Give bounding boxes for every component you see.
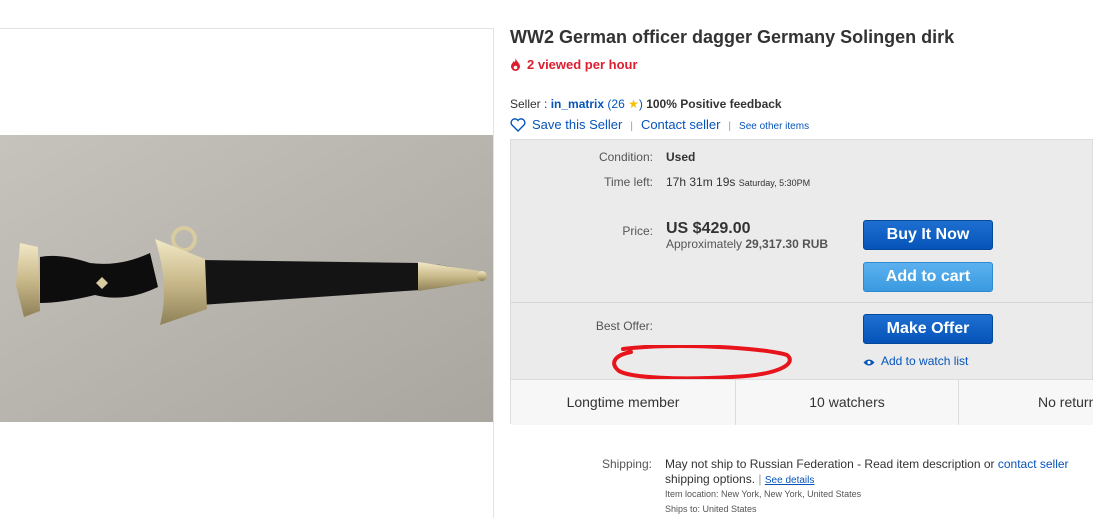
- item-title: WW2 German officer dagger Germany Soling…: [510, 27, 955, 47]
- time-left-countdown: 17h 31m 19s: [666, 175, 736, 189]
- watch-label: Add to watch list: [881, 354, 969, 368]
- shipping-text: May not ship to Russian Federation - Rea…: [665, 457, 1069, 486]
- price-value: US $429.00: [666, 220, 751, 237]
- time-left-end: Saturday, 5:30PM: [738, 178, 811, 188]
- item-photo[interactable]: [0, 135, 493, 422]
- purchase-box: Condition: Used Time left: 17h 31m 19s S…: [510, 139, 1093, 425]
- seller-name-link[interactable]: in_matrix: [551, 97, 604, 111]
- price-approx-value: 29,317.30 RUB: [745, 237, 829, 251]
- add-to-cart-button[interactable]: Add to cart: [863, 262, 993, 292]
- flame-icon: [510, 58, 521, 74]
- see-other-items-link[interactable]: See other items: [739, 121, 809, 132]
- stat-returns: No returns: [1038, 394, 1093, 410]
- see-details-link[interactable]: See details: [765, 475, 814, 486]
- best-offer-label: Best Offer:: [595, 319, 653, 333]
- heart-icon[interactable]: [510, 118, 526, 135]
- seller-actions: Save this Seller | Contact seller | See othe…: [510, 117, 809, 135]
- shipping-label: Shipping:: [601, 457, 652, 471]
- price-approx-label: Approximately: [666, 237, 743, 251]
- time-left-label: Time left:: [604, 175, 653, 189]
- item-details: WW2 German officer dagger Germany Soling…: [510, 0, 1093, 517]
- make-offer-button[interactable]: Make Offer: [863, 314, 993, 344]
- seller-score: (26: [607, 97, 625, 111]
- star-icon: ★: [628, 97, 639, 111]
- time-left-value: 17h 31m 19s Saturday, 5:30PM: [666, 175, 810, 189]
- condition-value: Used: [666, 150, 696, 164]
- stats-bar: Longtime member 10 watchers No returns: [511, 379, 1093, 425]
- views-text: 2 viewed per hour: [527, 57, 638, 72]
- stat-longtime-member: Longtime member: [511, 380, 736, 425]
- eye-icon: [863, 356, 875, 370]
- buy-it-now-button[interactable]: Buy It Now: [863, 220, 993, 250]
- seller-score-close: ): [638, 97, 643, 111]
- price-label: Price:: [622, 224, 653, 238]
- seller-label: Seller :: [510, 97, 548, 111]
- red-circle-annotation: [612, 345, 792, 381]
- seller-info: Seller : in_matrix (26 ★) 100% Positive …: [510, 97, 782, 111]
- condition-label: Condition:: [598, 150, 653, 164]
- item-location: Item location: New York, New York, Unite…: [665, 489, 862, 499]
- seller-score-link[interactable]: (26 ★): [607, 97, 642, 111]
- divider: [511, 302, 1093, 303]
- stat-watchers: 10 watchers: [736, 380, 959, 425]
- ships-to: Ships to: United States: [665, 504, 757, 514]
- contact-seller-link[interactable]: Contact seller: [641, 117, 720, 132]
- shipping-options-text: shipping options.: [665, 472, 756, 486]
- contact-seller-shipping-link[interactable]: contact seller: [998, 457, 1069, 471]
- separator: |: [630, 121, 633, 132]
- save-seller-link[interactable]: Save this Seller: [532, 117, 622, 132]
- shipping-notice: May not ship to Russian Federation - Rea…: [665, 457, 995, 471]
- separator: |: [728, 121, 732, 132]
- price-approx: Approximately 29,317.30 RUB: [666, 237, 828, 251]
- add-to-watch-list-link[interactable]: Add to watch list: [863, 354, 968, 370]
- views-indicator: 2 viewed per hour: [510, 57, 638, 74]
- seller-feedback: 100% Positive feedback: [646, 97, 782, 111]
